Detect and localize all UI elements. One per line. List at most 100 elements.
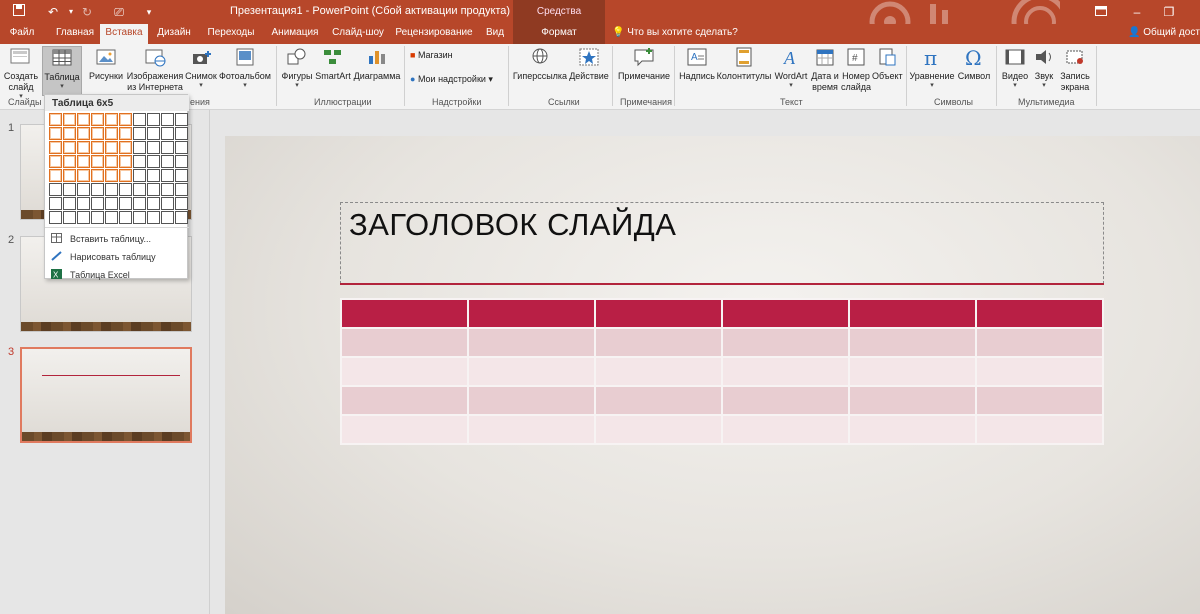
table-cell[interactable] — [721, 298, 850, 329]
tab-insert[interactable]: Вставка — [100, 24, 148, 44]
customize-qat-icon[interactable]: ▾ — [140, 3, 158, 21]
table-size-cell[interactable] — [161, 113, 174, 126]
table-size-cell[interactable] — [147, 113, 160, 126]
table-size-cell[interactable] — [105, 169, 118, 182]
wordart-button[interactable]: A WordArt ▾ — [772, 46, 810, 90]
table-size-cell[interactable] — [119, 155, 132, 168]
tab-transitions[interactable]: Переходы — [200, 24, 262, 44]
table-size-cell[interactable] — [175, 155, 188, 168]
table-size-cell[interactable] — [91, 183, 104, 196]
action-button[interactable]: Действие — [568, 46, 610, 82]
slide-table[interactable] — [340, 298, 1104, 445]
table-size-cell[interactable] — [147, 141, 160, 154]
table-size-cell[interactable] — [77, 211, 90, 224]
table-size-cell[interactable] — [49, 197, 62, 210]
table-size-grid[interactable] — [49, 113, 188, 224]
table-size-cell[interactable] — [175, 211, 188, 224]
table-size-cell[interactable] — [63, 155, 76, 168]
table-size-cell[interactable] — [175, 127, 188, 140]
table-size-cell[interactable] — [77, 197, 90, 210]
insert-table-menu-item[interactable]: Вставить таблицу... — [51, 233, 151, 244]
tab-animations[interactable]: Анимация — [264, 24, 326, 44]
minimize-icon[interactable]: – — [1122, 0, 1152, 24]
slide-number-button[interactable]: # Номер слайда — [840, 46, 872, 93]
table-button[interactable]: Таблица ▾ — [42, 46, 82, 96]
table-size-cell[interactable] — [133, 197, 146, 210]
tell-me-search[interactable]: 💡 Что вы хотите сделать? — [612, 27, 738, 38]
table-cell[interactable] — [975, 414, 1104, 445]
table-size-cell[interactable] — [119, 113, 132, 126]
table-size-cell[interactable] — [175, 197, 188, 210]
tab-file[interactable]: Файл — [4, 24, 40, 44]
table-size-cell[interactable] — [91, 127, 104, 140]
ribbon-display-options-icon[interactable] — [1086, 0, 1116, 24]
slide-title[interactable]: ЗАГОЛОВОК СЛАЙДА — [349, 207, 676, 243]
table-size-cell[interactable] — [133, 155, 146, 168]
table-size-cell[interactable] — [119, 183, 132, 196]
table-size-cell[interactable] — [161, 211, 174, 224]
table-cell[interactable] — [467, 414, 596, 445]
table-size-cell[interactable] — [77, 141, 90, 154]
table-size-cell[interactable] — [119, 141, 132, 154]
table-cell[interactable] — [467, 327, 596, 358]
table-cell[interactable] — [848, 327, 977, 358]
table-size-cell[interactable] — [49, 155, 62, 168]
table-cell[interactable] — [467, 356, 596, 387]
table-size-cell[interactable] — [63, 197, 76, 210]
table-cell[interactable] — [340, 298, 469, 329]
table-size-cell[interactable] — [147, 127, 160, 140]
table-cell[interactable] — [594, 327, 723, 358]
table-size-cell[interactable] — [105, 141, 118, 154]
table-size-cell[interactable] — [105, 155, 118, 168]
table-cell[interactable] — [340, 327, 469, 358]
redo-icon[interactable]: ↻ — [78, 3, 96, 21]
table-cell[interactable] — [848, 356, 977, 387]
new-slide-button[interactable]: Создать слайд ▾ — [2, 46, 40, 101]
table-size-cell[interactable] — [91, 155, 104, 168]
table-size-cell[interactable] — [133, 211, 146, 224]
online-pictures-button[interactable]: Изображения из Интернета — [124, 46, 186, 93]
slide-thumbnail-3[interactable] — [20, 347, 192, 443]
table-size-cell[interactable] — [77, 113, 90, 126]
save-icon[interactable] — [10, 3, 28, 21]
table-cell[interactable] — [594, 414, 723, 445]
video-button[interactable]: Видео ▾ — [1000, 46, 1030, 90]
photo-album-button[interactable]: Фотоальбом ▾ — [218, 46, 272, 90]
hyperlink-button[interactable]: Гиперссылка — [512, 46, 568, 82]
table-size-cell[interactable] — [119, 197, 132, 210]
table-size-cell[interactable] — [175, 183, 188, 196]
table-size-cell[interactable] — [133, 183, 146, 196]
table-size-cell[interactable] — [119, 127, 132, 140]
table-cell[interactable] — [721, 327, 850, 358]
object-button[interactable]: Объект — [872, 46, 903, 82]
table-size-cell[interactable] — [105, 127, 118, 140]
textbox-button[interactable]: A Надпись — [678, 46, 716, 82]
table-cell[interactable] — [975, 327, 1104, 358]
table-cell[interactable] — [848, 298, 977, 329]
table-size-cell[interactable] — [91, 197, 104, 210]
table-cell[interactable] — [594, 298, 723, 329]
table-size-cell[interactable] — [49, 169, 62, 182]
excel-table-menu-item[interactable]: X Таблица Excel — [51, 269, 130, 280]
table-cell[interactable] — [848, 414, 977, 445]
table-size-cell[interactable] — [119, 211, 132, 224]
table-size-cell[interactable] — [91, 113, 104, 126]
table-cell[interactable] — [975, 356, 1104, 387]
table-size-cell[interactable] — [147, 169, 160, 182]
table-size-cell[interactable] — [147, 197, 160, 210]
tab-format[interactable]: Формат — [513, 24, 605, 44]
table-cell[interactable] — [467, 385, 596, 416]
table-size-cell[interactable] — [105, 183, 118, 196]
undo-icon[interactable]: ↶ — [44, 3, 62, 21]
table-size-cell[interactable] — [119, 169, 132, 182]
table-cell[interactable] — [721, 414, 850, 445]
table-size-cell[interactable] — [133, 141, 146, 154]
table-size-cell[interactable] — [77, 183, 90, 196]
table-size-cell[interactable] — [161, 127, 174, 140]
table-size-cell[interactable] — [91, 169, 104, 182]
my-addins-button[interactable]: ● Мои надстройки ▾ — [410, 74, 506, 85]
table-size-cell[interactable] — [77, 169, 90, 182]
screenshot-button[interactable]: Снимок ▾ — [184, 46, 218, 90]
table-size-cell[interactable] — [147, 155, 160, 168]
table-size-cell[interactable] — [105, 113, 118, 126]
